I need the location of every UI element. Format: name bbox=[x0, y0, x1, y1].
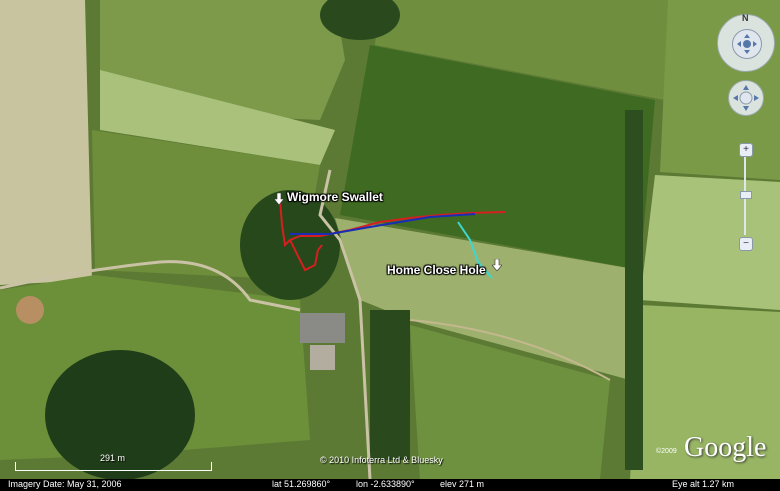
eye-altitude-readout: Eye alt 1.27 km bbox=[672, 479, 735, 489]
farm-building bbox=[300, 313, 345, 343]
compass-north-label: N bbox=[742, 13, 749, 23]
satellite-map[interactable] bbox=[0, 0, 780, 491]
look-joystick-icon[interactable] bbox=[732, 29, 762, 59]
zoom-slider[interactable]: + − bbox=[739, 143, 753, 251]
farm-building-small bbox=[310, 345, 335, 370]
hedgerow-right bbox=[625, 110, 643, 470]
silage-pit bbox=[16, 296, 44, 324]
zoom-in-icon[interactable]: + bbox=[739, 143, 753, 157]
field-beige bbox=[0, 0, 92, 285]
compass-ring[interactable]: N bbox=[717, 13, 775, 72]
status-bar: Imagery Date: May 31, 2006 lat 51.269860… bbox=[0, 479, 780, 491]
zoom-out-icon[interactable]: − bbox=[739, 237, 753, 251]
move-joystick-icon[interactable] bbox=[728, 80, 764, 116]
placemark-label-home-close-hole[interactable]: Home Close Hole bbox=[387, 263, 486, 277]
zoom-thumb[interactable] bbox=[740, 191, 752, 199]
placemark-arrow-icon[interactable] bbox=[492, 259, 502, 271]
imagery-date: Imagery Date: May 31, 2006 bbox=[8, 479, 122, 489]
hedgerow-strip bbox=[370, 310, 410, 460]
copyright-text: © 2010 Infoterra Ltd & Bluesky bbox=[320, 455, 443, 465]
logo-year: ©2009 bbox=[656, 448, 677, 455]
field-right-mid bbox=[640, 175, 780, 310]
placemark-arrow-icon[interactable] bbox=[274, 193, 284, 205]
google-logo: Google bbox=[684, 432, 767, 463]
latitude-readout: lat 51.269860° bbox=[272, 479, 331, 489]
longitude-readout: lon -2.633890° bbox=[356, 479, 415, 489]
scale-bar bbox=[15, 462, 212, 471]
placemark-label-wigmore-swallet[interactable]: Wigmore Swallet bbox=[287, 190, 383, 204]
woodland-copse bbox=[240, 190, 340, 300]
elevation-readout: elev 271 m bbox=[440, 479, 485, 489]
